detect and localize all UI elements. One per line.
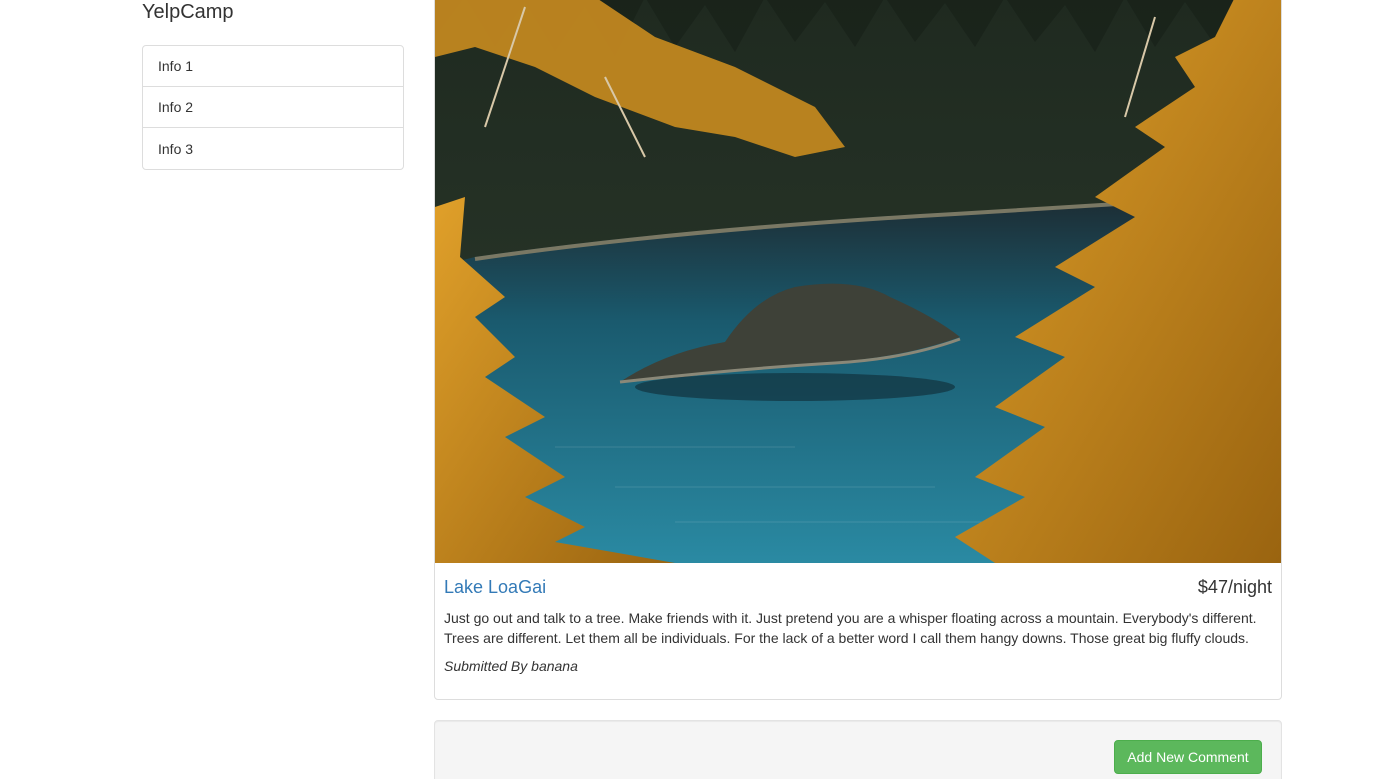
author-name: banana: [531, 658, 578, 674]
campground-name-link[interactable]: Lake LoaGai: [444, 577, 546, 598]
comments-well: Add New Comment: [434, 720, 1282, 779]
campground-price: $47/night: [1197, 577, 1272, 597]
submitted-by-label: Submitted By: [444, 658, 528, 674]
list-item-info-2[interactable]: Info 2: [143, 87, 403, 128]
add-new-comment-button[interactable]: Add New Comment: [1114, 740, 1262, 774]
brand-title: YelpCamp: [142, 1, 234, 23]
campground-caption: Lake LoaGai $47/night Just go out and ta…: [435, 563, 1281, 674]
submitted-by: Submitted By banana: [444, 658, 1272, 674]
list-item-info-1[interactable]: Info 1: [143, 46, 403, 87]
page: YelpCamp Info 1 Info 2 Info 3 Lake LoaGa…: [0, 0, 1385, 779]
caption-header: Lake LoaGai $47/night: [444, 577, 1272, 598]
list-item-info-3[interactable]: Info 3: [143, 128, 403, 169]
campground-image: [435, 0, 1281, 563]
info-list: Info 1 Info 2 Info 3: [142, 45, 404, 170]
campground-description: Just go out and talk to a tree. Make fri…: [444, 610, 1257, 646]
campground-card: Lake LoaGai $47/night Just go out and ta…: [434, 0, 1282, 700]
